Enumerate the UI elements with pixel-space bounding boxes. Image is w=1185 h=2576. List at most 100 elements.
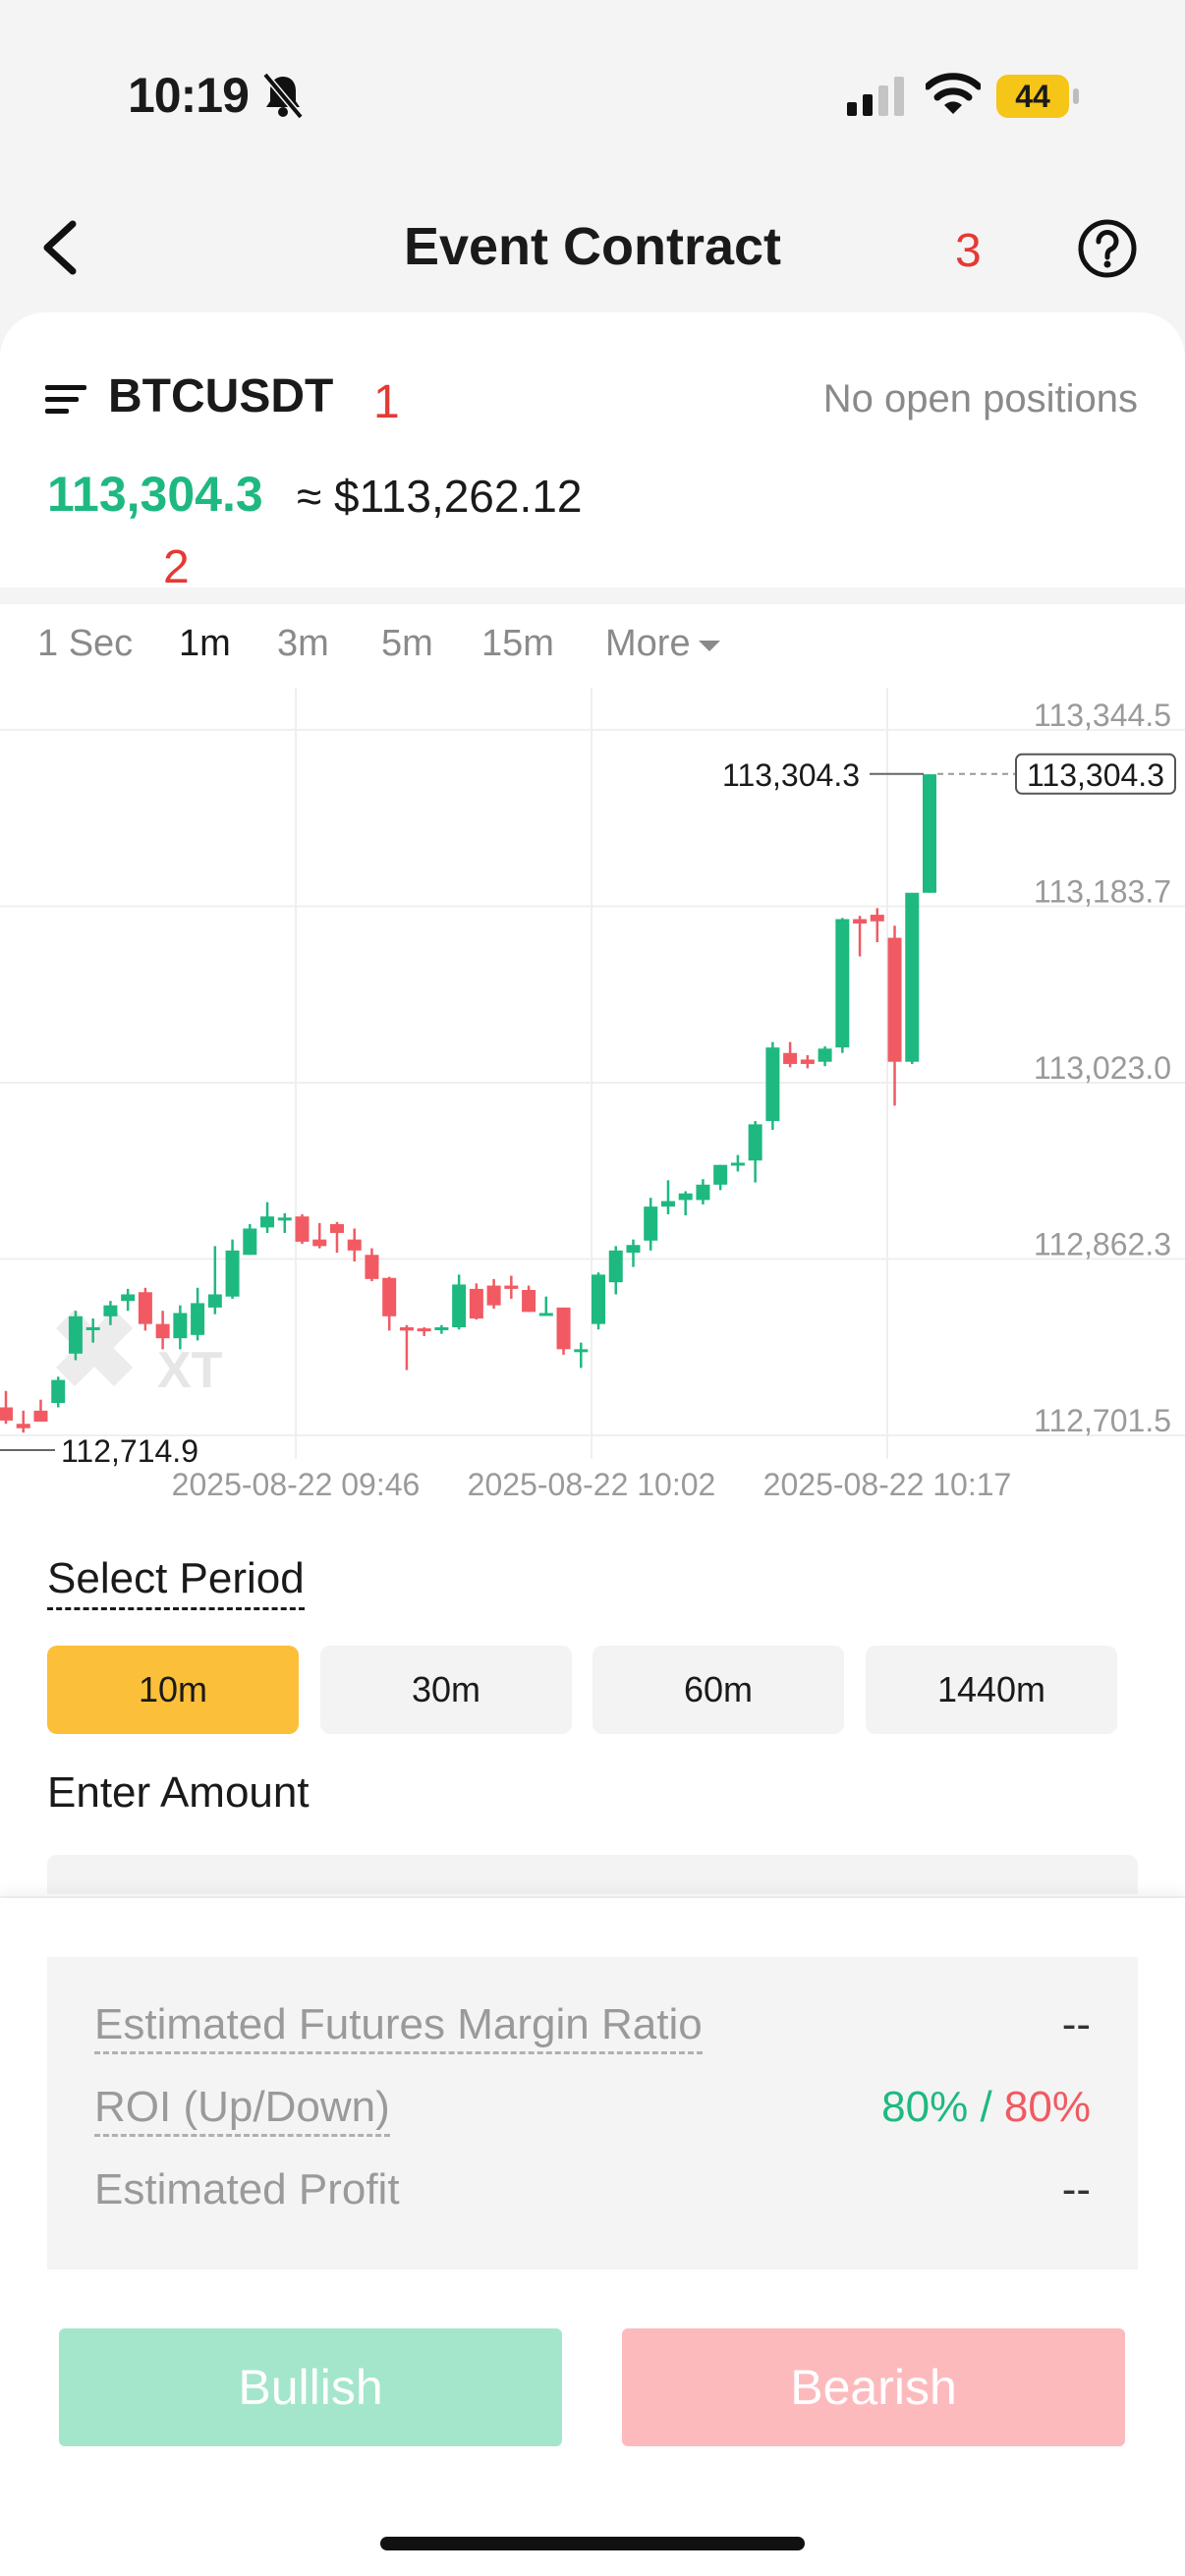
price-chart[interactable]: 113,344.5 113,183.7 113,023.0 112,862.3 112,…	[0, 688, 1185, 1503]
home-indicator[interactable]	[380, 2537, 805, 2550]
candle-body	[121, 1294, 136, 1302]
candle-body	[347, 1239, 362, 1251]
tab-1m[interactable]: 1m	[179, 623, 231, 665]
period-60m-button[interactable]: 60m	[592, 1646, 844, 1734]
estimated-profit-value: --	[1061, 2165, 1091, 2213]
candle-body	[207, 1294, 222, 1308]
candle-body	[592, 1274, 606, 1324]
candle-body	[923, 774, 936, 893]
roi-separator: /	[980, 2083, 992, 2131]
annotation-label: 3	[955, 225, 982, 277]
candle-body	[452, 1284, 467, 1327]
high-price-label: 113,304.3	[722, 757, 860, 793]
candle-body	[434, 1326, 449, 1330]
tab-more[interactable]: More	[605, 623, 722, 665]
battery-level: 44	[996, 75, 1069, 118]
candle-body	[260, 1216, 275, 1228]
cellular-signal-icon	[847, 77, 904, 116]
usd-price: ≈ $113,262.12	[297, 471, 583, 522]
tab-5m[interactable]: 5m	[381, 623, 433, 665]
candle-body	[713, 1164, 728, 1185]
candle-body	[138, 1292, 152, 1324]
time-tick-label: 2025-08-22 10:17	[763, 1467, 1012, 1502]
candle-body	[365, 1255, 379, 1279]
candle-body	[486, 1285, 501, 1306]
candle-body	[295, 1216, 310, 1242]
tab-15m[interactable]: 15m	[481, 623, 554, 665]
watermark-text: XT	[157, 1342, 223, 1399]
candle-body	[678, 1193, 693, 1201]
candle-body	[765, 1047, 780, 1122]
bell-muted-icon	[262, 72, 304, 120]
candle-body	[68, 1316, 83, 1354]
candle-body	[574, 1349, 589, 1353]
candle-body	[225, 1250, 240, 1297]
candle-body	[103, 1305, 118, 1316]
page-title: Event Contract	[403, 217, 782, 276]
candle-body	[329, 1224, 344, 1233]
period-1440m-button[interactable]: 1440m	[866, 1646, 1117, 1734]
price-tick-label: 113,023.0	[1034, 1050, 1171, 1086]
candle-body	[33, 1410, 48, 1423]
bullish-button[interactable]: Bullish	[59, 2328, 562, 2446]
price-tick-label: 112,701.5	[1034, 1403, 1171, 1438]
tab-3m[interactable]: 3m	[277, 623, 329, 665]
candle-body	[382, 1277, 397, 1316]
bearish-button[interactable]: Bearish	[622, 2328, 1125, 2446]
roi-label[interactable]: ROI (Up/Down)	[94, 2083, 390, 2137]
candle-body	[853, 919, 868, 924]
price-tick-label: 112,862.3	[1034, 1226, 1171, 1261]
tab-1sec[interactable]: 1 Sec	[37, 623, 133, 665]
price-tick-label: 113,344.5	[1034, 698, 1171, 733]
annotation-label: 2	[163, 541, 190, 593]
candle-body	[504, 1285, 519, 1289]
last-price: 113,304.3	[47, 467, 263, 522]
candle-body	[644, 1206, 658, 1241]
candle-body	[538, 1313, 553, 1316]
candle-body	[85, 1326, 100, 1330]
candle-body	[556, 1307, 571, 1350]
tab-more-label: More	[605, 623, 691, 664]
candle-body	[522, 1290, 536, 1313]
wifi-icon	[926, 73, 981, 114]
candle-body	[277, 1217, 292, 1221]
time-tick-label: 2025-08-22 10:02	[468, 1467, 716, 1502]
symbol-selector[interactable]: BTCUSDT	[108, 369, 333, 423]
candle-body	[243, 1228, 257, 1256]
current-price-label: 113,304.3	[1027, 757, 1164, 793]
candle-body	[818, 1048, 832, 1062]
low-price-label: 112,714.9	[61, 1433, 198, 1469]
caret-down-icon	[698, 641, 720, 651]
candlestick-chart[interactable]: 113,344.5 113,183.7 113,023.0 112,862.3 112,…	[0, 688, 1185, 1503]
candle-body	[0, 1407, 13, 1421]
candle-body	[417, 1328, 431, 1332]
candle-body	[155, 1323, 170, 1339]
candle-body	[399, 1326, 414, 1331]
time-tick-label: 2025-08-22 09:46	[172, 1467, 421, 1502]
status-time: 10:19	[128, 68, 250, 123]
period-30m-button[interactable]: 30m	[320, 1646, 572, 1734]
candle-body	[173, 1313, 188, 1339]
candle-body	[800, 1059, 815, 1064]
candle-body	[783, 1052, 798, 1064]
help-icon[interactable]	[1077, 218, 1138, 279]
candle-body	[696, 1184, 710, 1201]
annotation-label: 1	[373, 376, 400, 428]
timeframe-bar	[0, 604, 1185, 691]
candle-body	[660, 1201, 675, 1207]
battery-icon: 44	[996, 75, 1079, 118]
margin-ratio-label[interactable]: Estimated Futures Margin Ratio	[94, 2000, 703, 2054]
candle-body	[870, 915, 884, 922]
menu-icon[interactable]	[45, 383, 88, 417]
candle-body	[469, 1288, 483, 1319]
candle-body	[51, 1379, 66, 1404]
candle-body	[191, 1303, 205, 1335]
candle-body	[835, 919, 850, 1048]
candle-body	[16, 1424, 30, 1428]
candle-body	[608, 1250, 623, 1283]
enter-amount-label: Enter Amount	[47, 1768, 310, 1817]
period-10m-button[interactable]: 10m	[47, 1646, 299, 1734]
margin-ratio-value: --	[1061, 2000, 1091, 2048]
candle-body	[730, 1162, 745, 1166]
amount-input[interactable]	[47, 1855, 1138, 1894]
